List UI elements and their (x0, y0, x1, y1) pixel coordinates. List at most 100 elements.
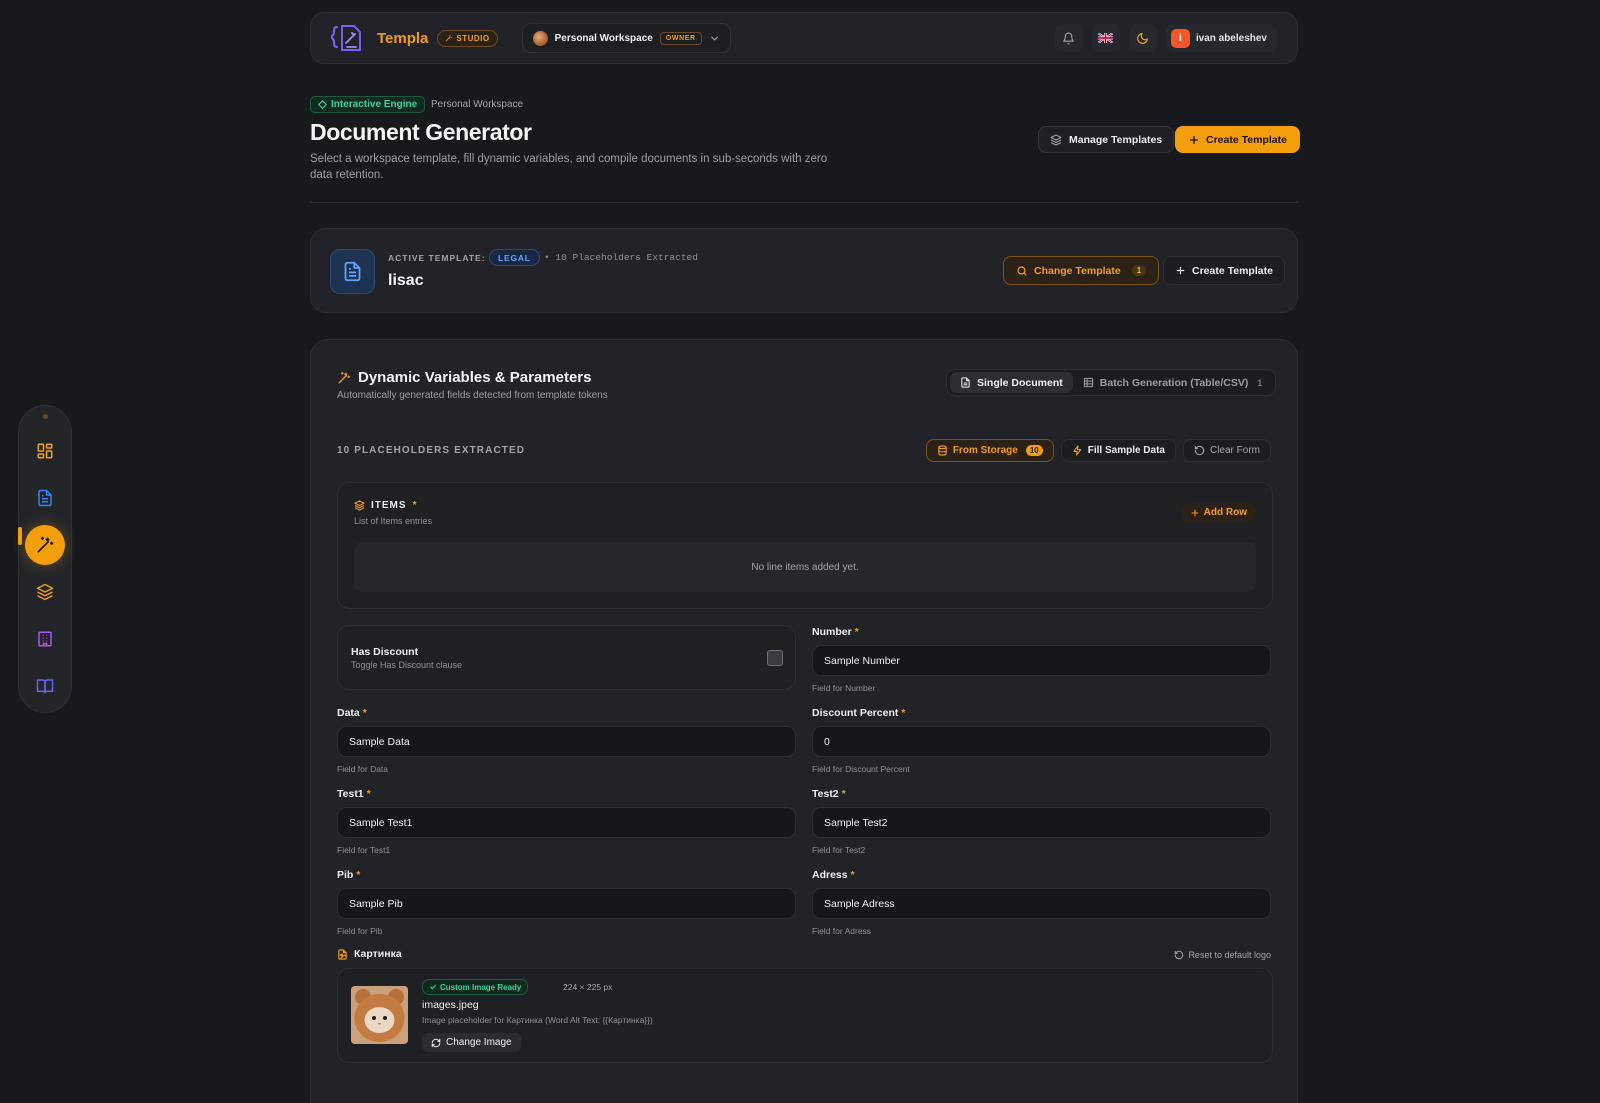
add-row-label: Add Row (1203, 507, 1247, 518)
add-row-button[interactable]: Add Row (1180, 503, 1256, 522)
brand-name[interactable]: Templa (377, 30, 428, 47)
clear-form-label: Clear Form (1209, 445, 1260, 456)
magic-wand-icon (37, 536, 54, 553)
breadcrumb[interactable]: Personal Workspace (431, 99, 523, 110)
reset-default-logo-button[interactable]: Reset to default logo (1174, 950, 1271, 960)
topbar-actions: i ivan abeleshev (1054, 24, 1277, 52)
data-input[interactable]: Sample Data (337, 726, 796, 757)
required-mark: * (412, 500, 418, 511)
adress-input[interactable]: Sample Adress (812, 888, 1271, 919)
plus-icon (1189, 135, 1199, 144)
user-avatar: i (1170, 28, 1190, 48)
pib-input[interactable]: Sample Pib (337, 888, 796, 919)
test1-input[interactable]: Sample Test1 (337, 807, 796, 838)
change-image-button[interactable]: Change Image (422, 1033, 521, 1052)
layers-icon (36, 583, 54, 601)
clear-form-button[interactable]: Clear Form (1182, 439, 1271, 462)
image-file-icon (338, 948, 347, 960)
fill-sample-data-button[interactable]: Fill Sample Data (1060, 439, 1176, 462)
discount-percent-help: Field for Discount Percent (812, 764, 910, 774)
database-icon (938, 445, 947, 456)
custom-image-ready-label: Custom Image Ready (440, 982, 522, 992)
header-divider (310, 202, 1298, 203)
create-template-secondary-label: Create Template (1192, 264, 1273, 277)
check-icon (430, 984, 436, 990)
layers-icon (354, 500, 365, 511)
rail-active-indicator (18, 527, 22, 545)
sidebar-item-dashboard[interactable] (25, 431, 65, 471)
number-input[interactable]: Sample Number (812, 645, 1271, 676)
panel-subtitle: Automatically generated fields detected … (337, 390, 608, 401)
number-help: Field for Number (812, 683, 876, 693)
panel-title-text: Dynamic Variables & Parameters (358, 369, 592, 386)
test2-input[interactable]: Sample Test2 (812, 807, 1271, 838)
user-name: ivan abeleshev (1195, 32, 1267, 44)
plus-icon (1176, 266, 1185, 275)
has-discount-checkbox[interactable] (767, 650, 783, 666)
number-field-group: Number * Sample Number Field for Number (812, 626, 1271, 693)
sidebar-item-documents[interactable] (25, 478, 65, 518)
batch-generation-tab[interactable]: Batch Generation (Table/CSV) 1 (1073, 372, 1273, 393)
sidebar-item-templates[interactable] (25, 572, 65, 612)
change-template-count: 1 (1131, 265, 1147, 276)
sidebar-item-docs[interactable] (25, 666, 65, 706)
items-title: ITEMS * (354, 500, 417, 511)
page-title: Document Generator (310, 119, 532, 145)
from-storage-count: 10 (1025, 445, 1043, 456)
building-icon (38, 631, 52, 647)
language-button[interactable] (1091, 24, 1120, 52)
engine-badge-label: Interactive Engine (331, 99, 418, 110)
create-template-label: Create Template (1206, 133, 1287, 146)
data-label: Data * (337, 707, 367, 719)
custom-image-ready-badge: Custom Image Ready (422, 979, 529, 995)
templa-logo-icon[interactable] (331, 23, 365, 53)
items-empty-state: No line items added yet. (354, 542, 1256, 592)
test2-field-group: Test2 * Sample Test2 Field for Test2 (812, 788, 1271, 855)
notifications-button[interactable] (1054, 24, 1083, 52)
has-discount-toggle-card[interactable]: Has Discount Toggle Has Discount clause (337, 625, 796, 690)
discount-percent-input[interactable]: 0 (812, 726, 1271, 757)
active-template-card: ACTIVE TEMPLATE: LEGAL • 10 Placeholders… (310, 228, 1298, 313)
data-field-group: Data * Sample Data Field for Data (337, 707, 796, 774)
has-discount-subtitle: Toggle Has Discount clause (351, 660, 463, 670)
file-icon (961, 377, 970, 388)
image-upload-card: Custom Image Ready 224 × 225 px images.j… (337, 968, 1273, 1063)
image-description: Image placeholder for Картинка (Word Alt… (422, 1015, 653, 1025)
top-navbar: Templa STUDIO Personal Workspace OWNER i (310, 12, 1298, 64)
image-field-label-text: Картинка (354, 948, 402, 960)
table-icon (1083, 377, 1093, 388)
sidebar-item-organization[interactable] (25, 619, 65, 659)
document-icon (38, 489, 52, 507)
test1-label: Test1 * (337, 788, 371, 800)
test2-label: Test2 * (812, 788, 846, 800)
from-storage-button[interactable]: From Storage 10 (925, 439, 1054, 462)
theme-toggle-button[interactable] (1128, 24, 1157, 52)
manage-templates-label: Manage Templates (1069, 133, 1163, 146)
manage-templates-button[interactable]: Manage Templates (1038, 126, 1175, 153)
create-template-secondary-button[interactable]: Create Template (1163, 256, 1285, 285)
items-title-text: ITEMS (371, 500, 407, 511)
file-text-icon (344, 261, 361, 282)
change-template-button[interactable]: Change Template 1 (1003, 256, 1160, 285)
adress-field-group: Adress * Sample Adress Field for Adress (812, 869, 1271, 936)
has-discount-title: Has Discount (351, 646, 419, 658)
adress-label: Adress * (812, 869, 855, 881)
user-menu-button[interactable]: i ivan abeleshev (1165, 24, 1277, 52)
studio-badge: STUDIO (437, 29, 498, 47)
bell-icon (1063, 32, 1075, 44)
reset-icon (1194, 445, 1205, 456)
magic-wand-icon (338, 371, 350, 383)
pib-label: Pib * (337, 869, 361, 881)
reset-default-logo-label: Reset to default logo (1188, 950, 1271, 960)
single-document-tab[interactable]: Single Document (950, 372, 1073, 393)
workspace-name: Personal Workspace (554, 32, 653, 44)
image-field-label: Картинка (337, 948, 402, 960)
lightning-icon (1073, 445, 1081, 456)
workspace-switcher[interactable]: Personal Workspace OWNER (521, 23, 731, 53)
template-file-icon-box (330, 249, 375, 294)
batch-generation-count: 1 (1257, 377, 1263, 388)
sidebar-item-generator[interactable] (25, 525, 65, 565)
adress-help: Field for Adress (812, 926, 872, 936)
image-dimensions: 224 × 225 px (563, 982, 613, 992)
create-template-button[interactable]: Create Template (1175, 126, 1300, 153)
